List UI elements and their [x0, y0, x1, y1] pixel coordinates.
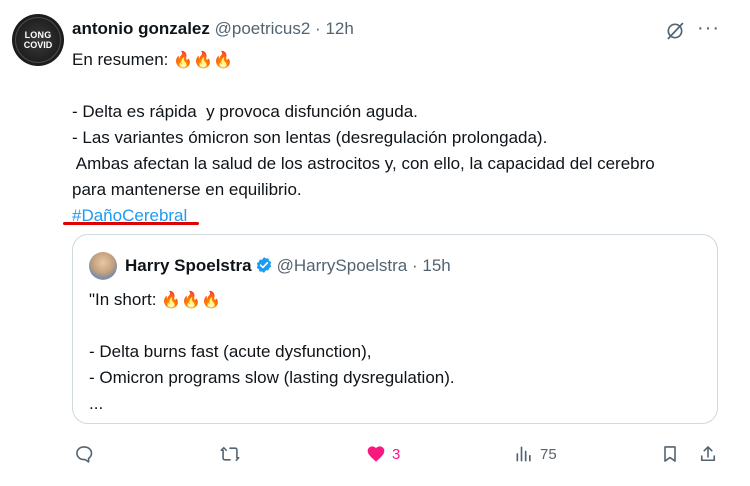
reply-button[interactable] — [74, 440, 100, 468]
fire-emoji: 🔥🔥🔥 — [173, 52, 233, 69]
verified-icon — [256, 257, 271, 273]
quote-header: Harry Spoelstra @HarrySpoelstra · 15h — [125, 256, 451, 276]
heart-icon — [367, 446, 385, 462]
quote-author-avatar[interactable] — [89, 252, 117, 280]
views-count: 75 — [540, 445, 557, 463]
more-icon[interactable]: ··· — [697, 17, 720, 40]
views-icon — [516, 446, 531, 462]
tweet-line: - Las variantes ómicron son lentas (desr… — [72, 128, 548, 147]
like-count: 3 — [392, 445, 401, 463]
quote-time[interactable]: 15h — [422, 256, 450, 275]
quote-text: "In short: 🔥🔥🔥 - Delta burns fast (acute… — [89, 287, 699, 417]
quote-author-handle[interactable]: @HarrySpoelstra — [277, 256, 408, 275]
author-avatar[interactable]: LONG COVID — [12, 14, 64, 66]
action-bar: 3 75 — [0, 440, 750, 470]
quote-author-name[interactable]: Harry Spoelstra — [125, 256, 252, 275]
retweet-button[interactable] — [220, 440, 246, 468]
quote-line: - Omicron programs slow (lasting dysregu… — [89, 368, 455, 387]
views-button[interactable]: 75 — [514, 440, 557, 468]
tweet-time[interactable]: 12h — [325, 19, 353, 38]
tweet-header: antonio gonzalez @poetricus2 · 12h — [72, 19, 354, 39]
reply-icon — [76, 446, 93, 463]
bookmark-button[interactable] — [660, 440, 680, 468]
tweet-intro-line: En resumen: 🔥🔥🔥 — [72, 47, 732, 73]
tweet-line: para mantenerse en equilibrio. — [72, 180, 302, 199]
tweet-text: En resumen: 🔥🔥🔥 - Delta es rápida y prov… — [72, 47, 732, 229]
meta-separator: · — [310, 19, 326, 38]
like-button[interactable]: 3 — [366, 440, 400, 468]
tweet-line: Ambas afectan la salud de los astrocitos… — [72, 154, 655, 173]
quote-line: ... — [89, 394, 104, 413]
quote-meta-separator: · — [407, 256, 423, 275]
hashtag-red-underline — [63, 222, 199, 225]
retweet-icon — [220, 446, 240, 462]
fire-emoji: 🔥🔥🔥 — [161, 292, 221, 309]
quote-line: - Delta burns fast (acute dysfunction), — [89, 342, 372, 361]
author-handle[interactable]: @poetricus2 — [215, 19, 311, 38]
share-icon — [700, 446, 716, 462]
tweet-line: - Delta es rápida y provoca disfunción a… — [72, 102, 418, 121]
avatar-ring — [15, 17, 61, 63]
share-button[interactable] — [698, 440, 718, 468]
grok-icon[interactable] — [665, 21, 685, 41]
quote-intro-line: "In short: 🔥🔥🔥 — [89, 287, 699, 313]
quoted-tweet[interactable]: Harry Spoelstra @HarrySpoelstra · 15h "In… — [72, 234, 718, 424]
author-name[interactable]: antonio gonzalez — [72, 19, 210, 38]
bookmark-icon — [664, 446, 676, 462]
